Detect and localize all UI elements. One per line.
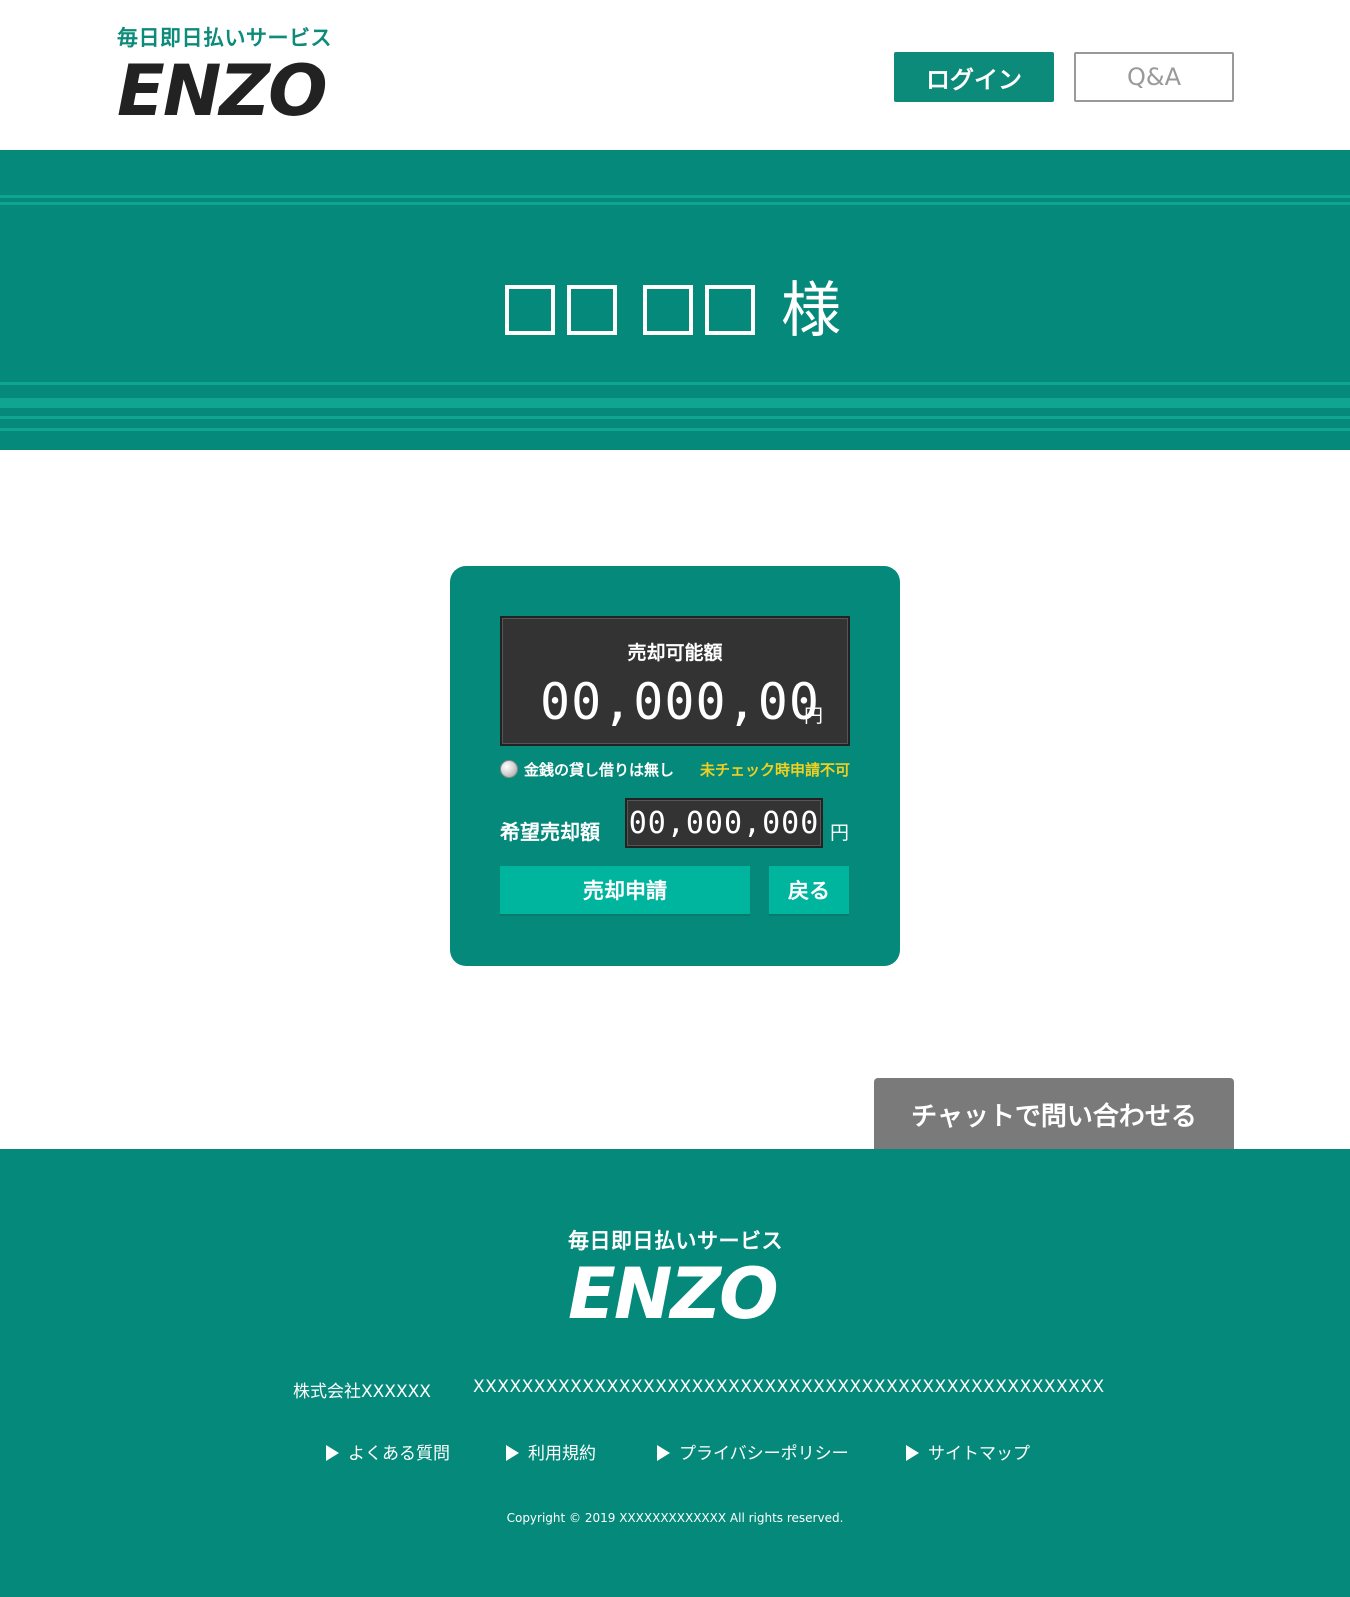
qa-button[interactable]: Q&A — [1074, 52, 1234, 102]
chat-inquiry-button[interactable]: チャットで問い合わせる — [874, 1078, 1234, 1150]
hero-stripe — [0, 416, 1350, 419]
footer-link-terms[interactable]: 利用規約 — [506, 1439, 596, 1464]
customer-name-heading: 様 — [0, 262, 1350, 349]
login-button[interactable]: ログイン — [894, 52, 1054, 102]
site-header: 毎日即日払いサービス ENZO ログイン Q&A — [0, 0, 1350, 150]
no-loan-check-row: 金銭の貸し借りは無し 未チェック時申請不可 — [500, 758, 850, 780]
available-amount-display: 売却可能額 00,000,00 円 — [500, 616, 850, 746]
hero-stripe — [0, 428, 1350, 431]
name-placeholder-box — [705, 285, 755, 335]
footer-address: XXXXXXXXXXXXXXXXXXXXXXXXXXXXXXXXXXXXXXXX… — [473, 1377, 1105, 1397]
footer-logo-tagline: 毎日即日払いサービス — [568, 1229, 783, 1253]
header-logo[interactable]: 毎日即日払いサービス ENZO — [117, 22, 337, 126]
footer-links: よくある質問 利用規約 プライバシーポリシー サイトマップ — [0, 1439, 1350, 1464]
footer-copyright: Copyright © 2019 XXXXXXXXXXXXX All right… — [506, 1511, 844, 1525]
triangle-right-icon — [506, 1445, 519, 1461]
available-amount-label: 売却可能額 — [627, 642, 723, 664]
footer-logo-brand: ENZO — [568, 1253, 779, 1335]
back-button[interactable]: 戻る — [769, 866, 849, 916]
available-amount-unit: 円 — [804, 705, 824, 727]
name-suffix: 様 — [781, 276, 845, 346]
hero-stripe — [0, 398, 1350, 408]
no-loan-radio[interactable] — [500, 760, 518, 778]
name-placeholder-box — [643, 285, 693, 335]
site-footer: 毎日即日払いサービス ENZO 株式会社XXXXXX XXXXXXXXXXXXX… — [0, 1149, 1350, 1597]
no-loan-label: 金銭の貸し借りは無し — [524, 761, 675, 779]
desired-amount-unit: 円 — [830, 822, 850, 844]
footer-company: 株式会社XXXXXX — [293, 1382, 431, 1402]
logo-brand: ENZO — [117, 50, 328, 132]
hero-banner: 様 — [0, 150, 1350, 450]
hero-stripe — [0, 195, 1350, 198]
footer-link-privacy[interactable]: プライバシーポリシー — [657, 1439, 849, 1464]
footer-link-sitemap[interactable]: サイトマップ — [906, 1439, 1030, 1464]
desired-amount-label: 希望売却額 — [500, 820, 600, 844]
name-placeholder-box — [505, 285, 555, 335]
logo-tagline: 毎日即日払いサービス — [117, 26, 332, 50]
triangle-right-icon — [657, 1445, 670, 1461]
available-amount-value: 00,000,00 — [540, 673, 820, 731]
sell-request-button[interactable]: 売却申請 — [500, 866, 750, 916]
hero-stripe — [0, 202, 1350, 205]
triangle-right-icon — [906, 1445, 919, 1461]
desired-amount-input[interactable] — [625, 798, 823, 848]
footer-logo[interactable]: 毎日即日払いサービス ENZO — [568, 1225, 788, 1329]
footer-link-faq[interactable]: よくある質問 — [326, 1439, 450, 1464]
hero-stripe — [0, 382, 1350, 385]
name-placeholder-box — [567, 285, 617, 335]
triangle-right-icon — [326, 1445, 339, 1461]
sell-card: 売却可能額 00,000,00 円 金銭の貸し借りは無し 未チェック時申請不可 … — [450, 566, 900, 966]
unchecked-warning: 未チェック時申請不可 — [699, 761, 850, 779]
